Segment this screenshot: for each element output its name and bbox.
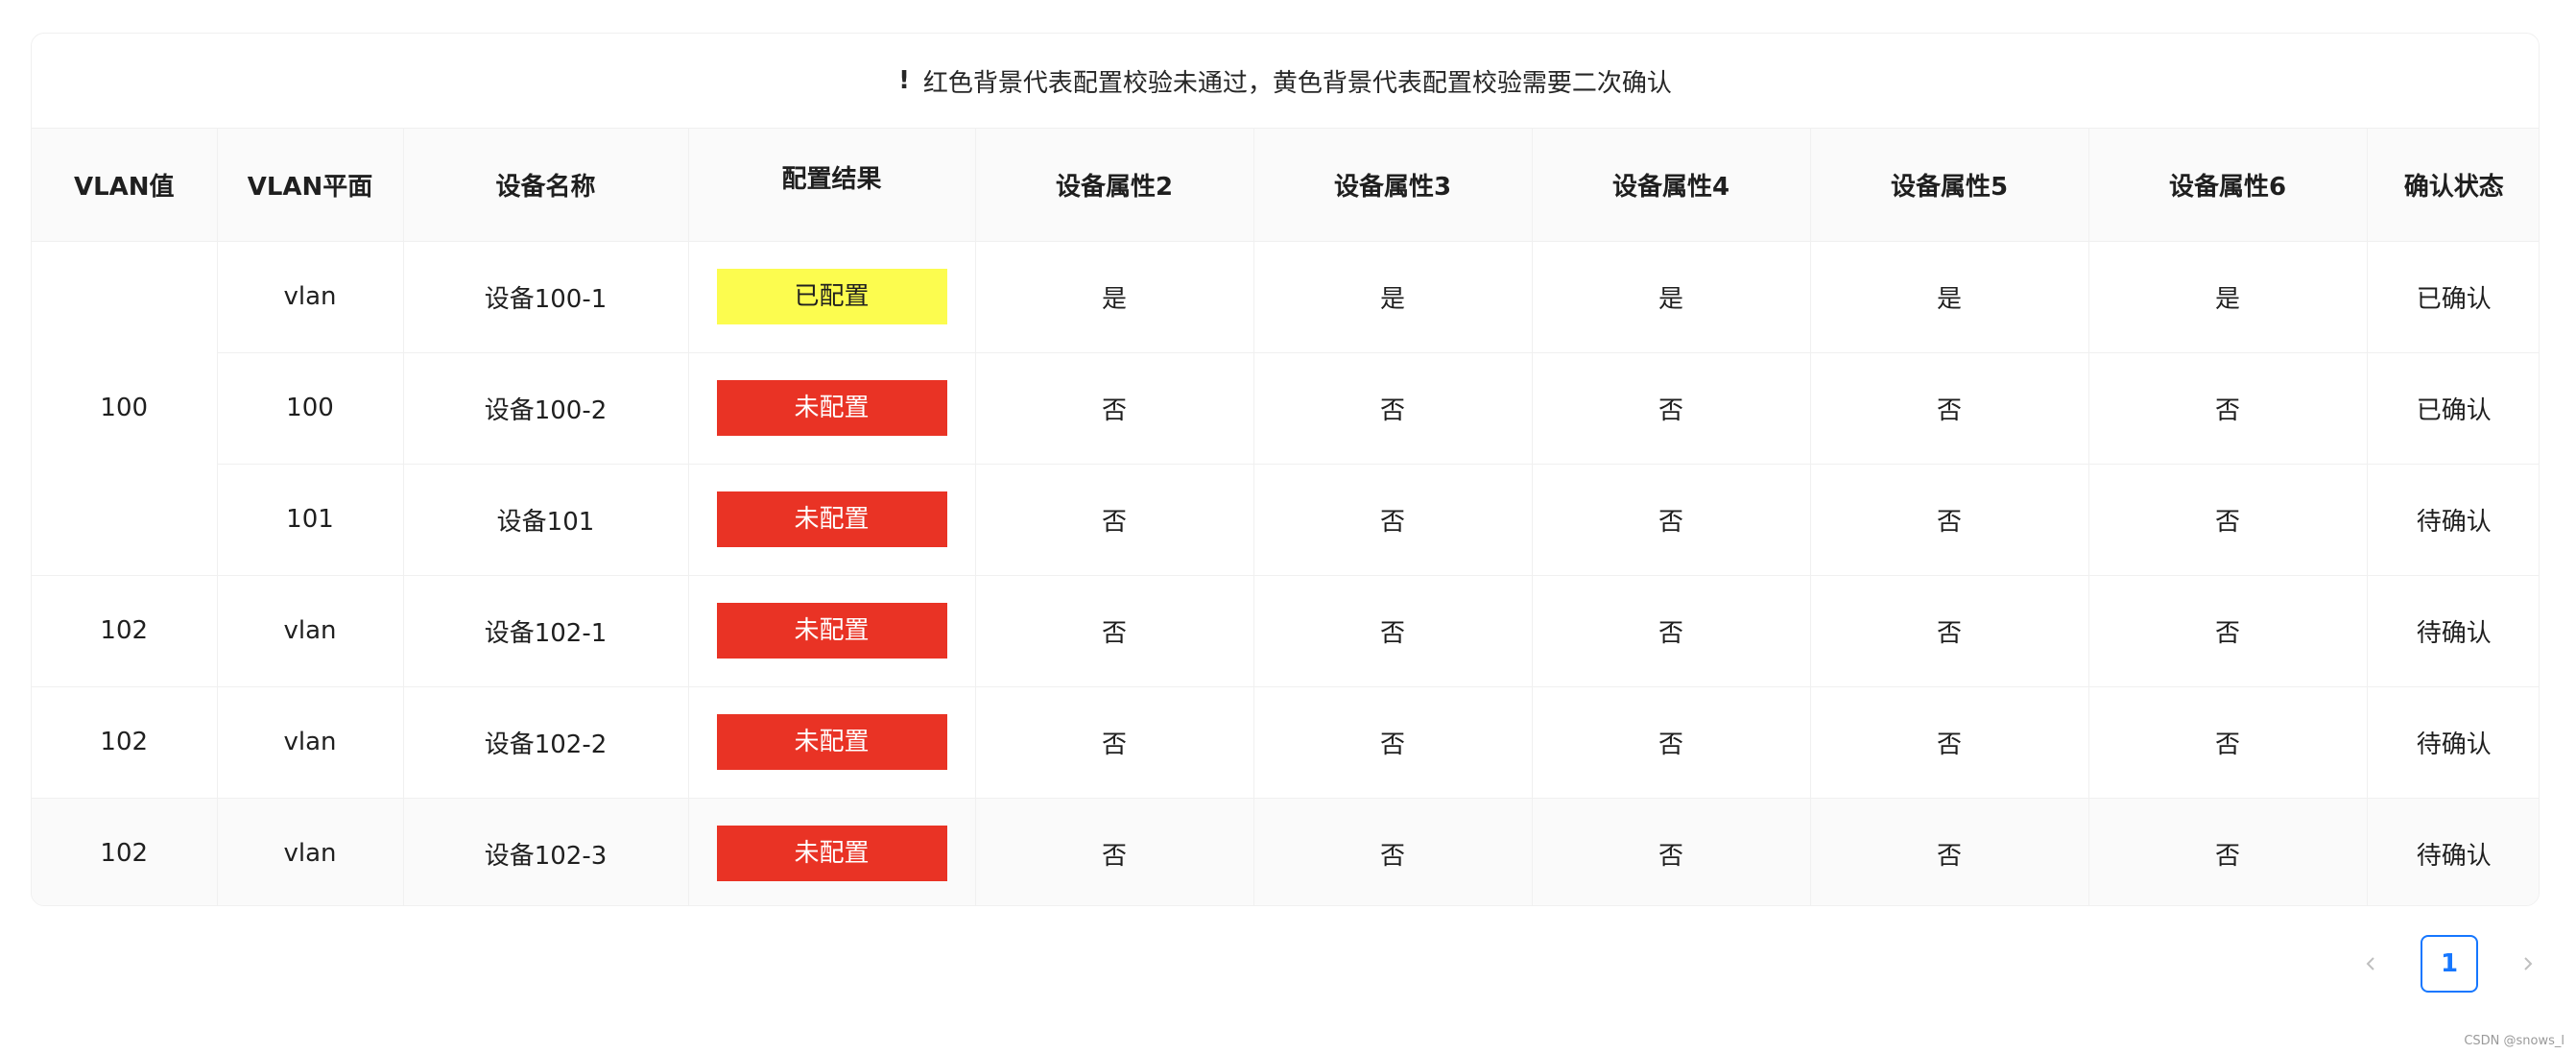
notice-text: 红色背景代表配置校验未通过，黄色背景代表配置校验需要二次确认: [922, 68, 1672, 98]
confirm-status-cell: 已确认: [2367, 352, 2539, 465]
col-header-config-result: 配置结果: [688, 129, 976, 242]
table-row: 102 vlan 设备102-3 未配置 否 否 否 否 否 待确认: [32, 798, 2539, 905]
table-row: 101 设备101 未配置 否 否 否 否 否 待确认: [32, 464, 2539, 576]
attr-4-cell: 否: [1532, 798, 1811, 905]
attr-5-cell: 否: [1810, 686, 2089, 799]
col-header-attr-5: 设备属性5: [1810, 129, 2089, 242]
prev-page-button[interactable]: [2342, 935, 2399, 993]
attr-2-cell: 是: [975, 241, 1254, 353]
config-table: VLAN值 VLAN平面 设备名称 配置结果 设备属性2 设备属性3 设备属性4…: [32, 129, 2539, 905]
confirm-status-cell: 待确认: [2367, 464, 2539, 576]
device-name-cell: 设备102-2: [403, 686, 689, 799]
attr-2-cell: 否: [975, 686, 1254, 799]
col-header-device-name: 设备名称: [403, 129, 689, 242]
attr-5-cell: 否: [1810, 798, 2089, 905]
config-result-badge: 未配置: [716, 380, 947, 436]
attr-6-cell: 否: [2088, 575, 2368, 687]
attr-3-cell: 是: [1253, 241, 1533, 353]
config-result-cell: 未配置: [688, 352, 976, 465]
confirm-status-cell: 待确认: [2367, 575, 2539, 687]
config-result-cell: 未配置: [688, 464, 976, 576]
vlan-value-cell: 100: [32, 241, 218, 576]
col-header-attr-3: 设备属性3: [1253, 129, 1533, 242]
confirm-status-cell: 待确认: [2367, 798, 2539, 905]
vlan-plane-cell: 101: [217, 464, 404, 576]
vlan-plane-cell: 100: [217, 352, 404, 465]
config-result-cell: 未配置: [688, 575, 976, 687]
next-page-button[interactable]: [2499, 935, 2557, 993]
notice-banner: ! 红色背景代表配置校验未通过，黄色背景代表配置校验需要二次确认: [32, 34, 2539, 129]
config-result-badge: 未配置: [716, 491, 947, 547]
attr-6-cell: 是: [2088, 241, 2368, 353]
attr-2-cell: 否: [975, 575, 1254, 687]
attr-6-cell: 否: [2088, 686, 2368, 799]
config-result-cell: 未配置: [688, 686, 976, 799]
table-row: 100 设备100-2 未配置 否 否 否 否 否 已确认: [32, 352, 2539, 465]
attr-2-cell: 否: [975, 464, 1254, 576]
attr-2-cell: 否: [975, 352, 1254, 465]
attr-6-cell: 否: [2088, 798, 2368, 905]
col-header-vlan-plane: VLAN平面: [217, 129, 404, 242]
page-1-button[interactable]: 1: [2421, 935, 2478, 993]
device-name-cell: 设备102-1: [403, 575, 689, 687]
vlan-plane-cell: vlan: [217, 575, 404, 687]
col-header-attr-2: 设备属性2: [975, 129, 1254, 242]
device-name-cell: 设备100-2: [403, 352, 689, 465]
vlan-plane-cell: vlan: [217, 241, 404, 353]
table-row: 102 vlan 设备102-2 未配置 否 否 否 否 否 待确认: [32, 686, 2539, 799]
attr-4-cell: 是: [1532, 241, 1811, 353]
device-name-cell: 设备101: [403, 464, 689, 576]
table-row: 100 vlan 设备100-1 已配置 是 是 是 是 是 已确认: [32, 241, 2539, 576]
attr-6-cell: 否: [2088, 464, 2368, 576]
config-result-badge: 已配置: [716, 269, 947, 324]
attr-3-cell: 否: [1253, 798, 1533, 905]
vlan-plane-cell: vlan: [217, 798, 404, 905]
config-result-cell: 未配置: [688, 798, 976, 905]
attr-3-cell: 否: [1253, 464, 1533, 576]
vlan-value-cell: 102: [32, 575, 218, 687]
attr-5-cell: 否: [1810, 352, 2089, 465]
vlan-value-cell: 102: [32, 686, 218, 799]
attr-4-cell: 否: [1532, 464, 1811, 576]
device-name-cell: 设备102-3: [403, 798, 689, 905]
attr-3-cell: 否: [1253, 575, 1533, 687]
chevron-right-icon: [2524, 957, 2533, 970]
col-header-vlan-value: VLAN值: [32, 129, 218, 242]
config-result-cell: 已配置: [688, 241, 976, 353]
attr-5-cell: 是: [1810, 241, 2089, 353]
attr-5-cell: 否: [1810, 464, 2089, 576]
attr-3-cell: 否: [1253, 686, 1533, 799]
table-header-row: VLAN值 VLAN平面 设备名称 配置结果 设备属性2 设备属性3 设备属性4…: [32, 129, 2539, 242]
confirm-status-cell: 待确认: [2367, 686, 2539, 799]
config-result-badge: 未配置: [716, 714, 947, 770]
table-card: ! 红色背景代表配置校验未通过，黄色背景代表配置校验需要二次确认 VLAN值 V…: [31, 33, 2540, 906]
attr-6-cell: 否: [2088, 352, 2368, 465]
config-result-badge: 未配置: [716, 603, 947, 659]
watermark: CSDN @snows_l: [2464, 1034, 2564, 1048]
vlan-value-cell: 102: [32, 798, 218, 905]
attr-2-cell: 否: [975, 798, 1254, 905]
config-result-badge: 未配置: [716, 826, 947, 882]
exclamation-icon: !: [898, 66, 910, 95]
attr-4-cell: 否: [1532, 352, 1811, 465]
pagination: 1: [2342, 935, 2557, 993]
chevron-left-icon: [2366, 957, 2374, 970]
col-header-attr-4: 设备属性4: [1532, 129, 1811, 242]
vlan-plane-cell: vlan: [217, 686, 404, 799]
confirm-status-cell: 已确认: [2367, 241, 2539, 353]
attr-5-cell: 否: [1810, 575, 2089, 687]
table-row: 102 vlan 设备102-1 未配置 否 否 否 否 否 待确认: [32, 575, 2539, 687]
device-name-cell: 设备100-1: [403, 241, 689, 353]
attr-4-cell: 否: [1532, 575, 1811, 687]
attr-3-cell: 否: [1253, 352, 1533, 465]
col-header-confirm-status: 确认状态: [2367, 129, 2539, 242]
col-header-attr-6: 设备属性6: [2088, 129, 2368, 242]
attr-4-cell: 否: [1532, 686, 1811, 799]
